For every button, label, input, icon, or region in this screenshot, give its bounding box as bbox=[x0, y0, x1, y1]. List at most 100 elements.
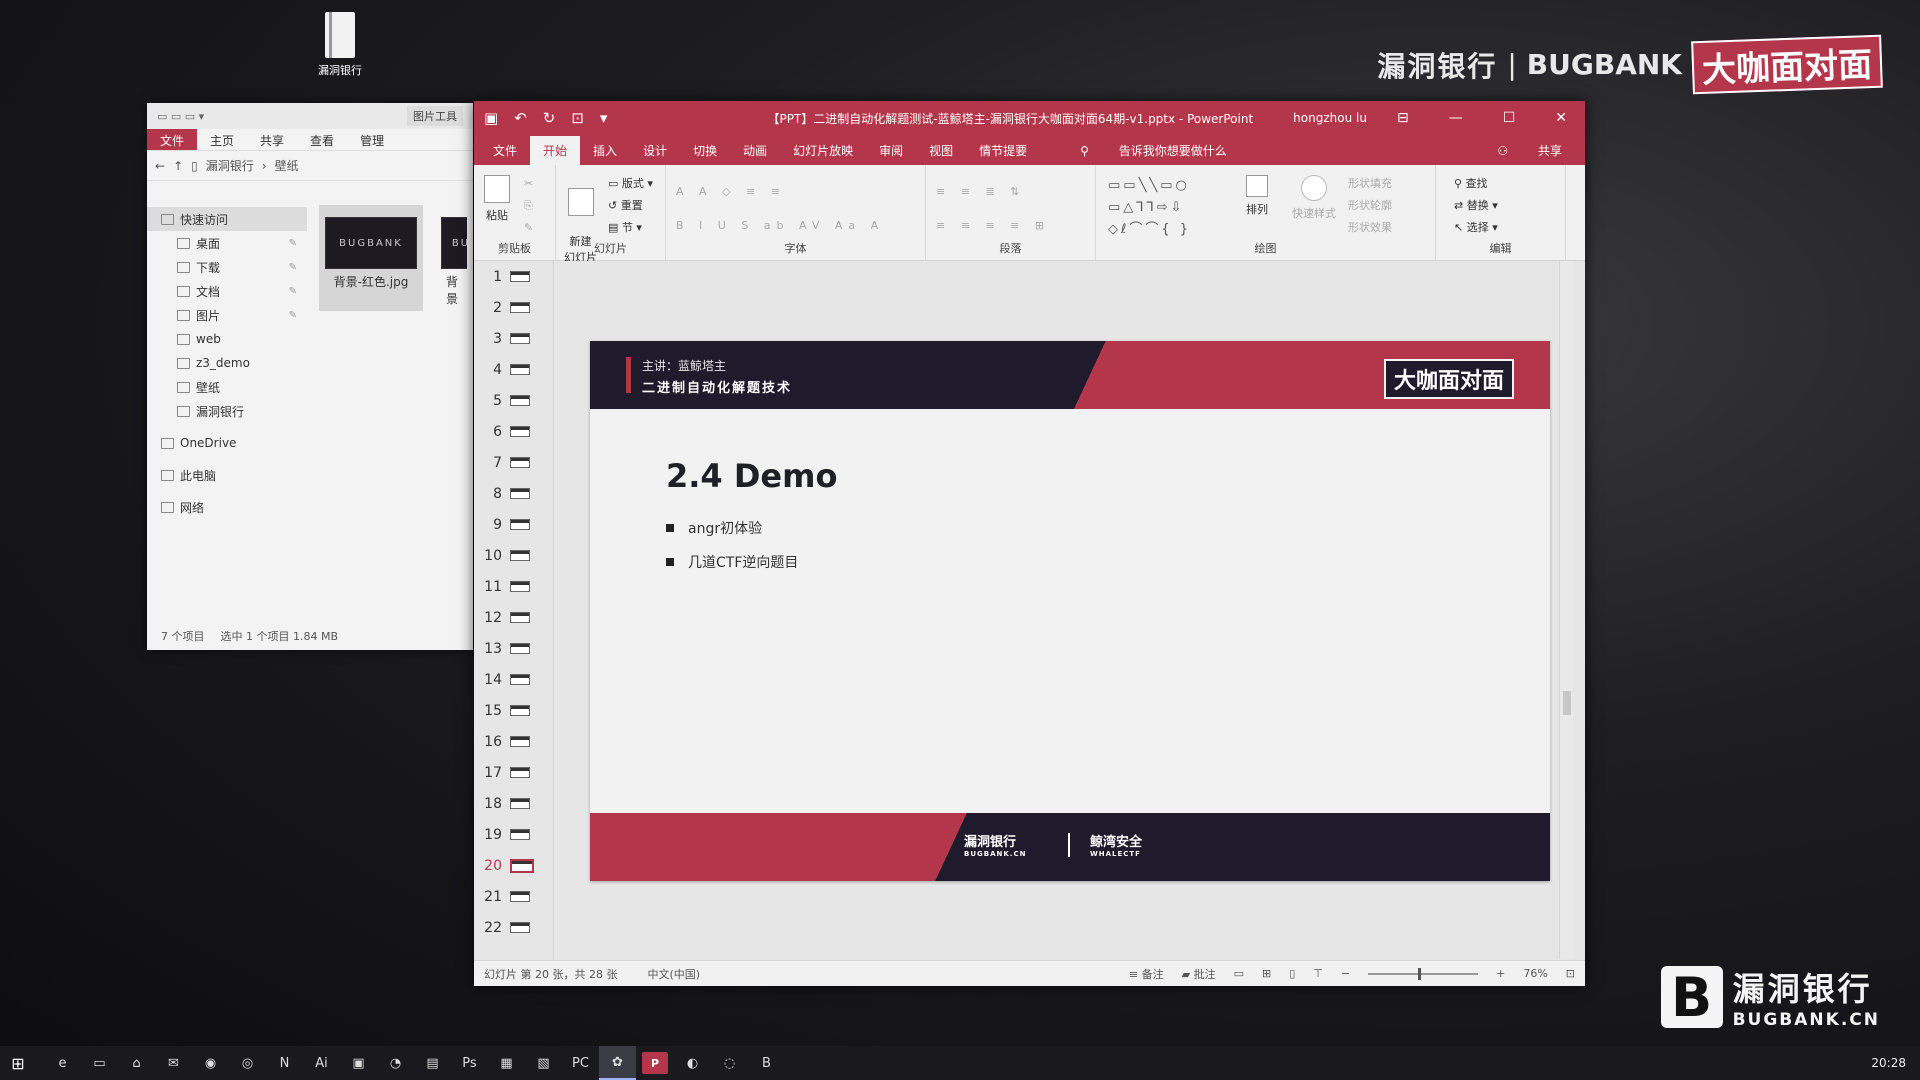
taskbar-app-icon[interactable]: ▤ bbox=[414, 1046, 451, 1080]
nav-downloads[interactable]: 下载 ✎ bbox=[147, 255, 307, 279]
tab-home[interactable]: 开始 bbox=[530, 136, 581, 165]
file-item[interactable]: BUGBANK 背景-红色.jpg bbox=[319, 205, 423, 311]
tell-me-search[interactable]: ⚲ 告诉我你想要做什么 bbox=[1054, 136, 1253, 165]
nav-network[interactable]: 网络 bbox=[147, 495, 307, 519]
taskbar-app-icon[interactable]: Ps bbox=[451, 1046, 488, 1080]
taskbar-app-icon[interactable]: ◐ bbox=[674, 1046, 711, 1080]
paste-button[interactable]: 粘贴 bbox=[484, 175, 510, 223]
breadcrumb-folder[interactable]: 漏洞银行 bbox=[206, 157, 254, 174]
current-slide[interactable]: 主讲：蓝鲸塔主 二进制自动化解题技术 大咖面对面 2.4 Demo angr初体… bbox=[590, 341, 1550, 881]
explorer-tab-view[interactable]: 查看 bbox=[297, 129, 347, 150]
minimize-icon[interactable]: — bbox=[1449, 110, 1463, 126]
zoom-out-icon[interactable]: − bbox=[1341, 967, 1350, 980]
tab-storyboarding[interactable]: 情节提要 bbox=[966, 136, 1040, 165]
slide-thumbnail[interactable]: 6 bbox=[474, 416, 553, 447]
reading-view-icon[interactable]: ▯ bbox=[1289, 967, 1295, 980]
nav-bugbank[interactable]: 漏洞银行 bbox=[147, 399, 307, 423]
font-controls[interactable]: A A ◇ ≡ ≡ B I U S ab AV Aa A bbox=[676, 175, 915, 243]
slide-thumbnail[interactable]: 19 bbox=[474, 819, 553, 850]
nav-documents[interactable]: 文档 ✎ bbox=[147, 279, 307, 303]
slide-thumbnail[interactable]: 3 bbox=[474, 323, 553, 354]
taskbar-app-icon[interactable]: P bbox=[642, 1052, 668, 1074]
present-icon[interactable]: ⊡ bbox=[571, 109, 584, 127]
slide-thumbnail[interactable]: 20 bbox=[474, 850, 553, 881]
nav-onedrive[interactable]: OneDrive bbox=[147, 431, 307, 455]
comments-button[interactable]: ▰ 批注 bbox=[1182, 966, 1216, 982]
slide-thumbnail[interactable]: 2 bbox=[474, 292, 553, 323]
address-bar[interactable]: ← ↑ ▯ 漏洞银行 › 壁纸 bbox=[147, 151, 473, 181]
slide-thumbnail[interactable]: 8 bbox=[474, 478, 553, 509]
taskbar-app-icon[interactable]: e bbox=[44, 1046, 81, 1080]
zoom-slider[interactable] bbox=[1368, 967, 1479, 980]
close-icon[interactable]: ✕ bbox=[1555, 110, 1567, 126]
taskbar-app-icon[interactable]: ✉ bbox=[155, 1046, 192, 1080]
slide-thumbnail[interactable]: 16 bbox=[474, 726, 553, 757]
vertical-scrollbar[interactable] bbox=[1559, 261, 1573, 959]
maximize-icon[interactable]: ☐ bbox=[1503, 110, 1516, 126]
shape-fill-button[interactable]: 形状填充 bbox=[1348, 173, 1392, 195]
tab-transitions[interactable]: 切换 bbox=[680, 136, 730, 165]
taskbar-app-icon[interactable]: N bbox=[266, 1046, 303, 1080]
share-button[interactable]: ⚇ 共享 bbox=[1471, 136, 1585, 165]
paragraph-controls[interactable]: ≡ ≡ ≣ ⇅ ≡ ≡ ≡ ≡ ⊞ bbox=[936, 175, 1085, 243]
quick-access-toolbar-icon[interactable]: ▭ ▭ ▭ ▾ bbox=[157, 110, 204, 123]
up-arrow-icon[interactable]: ↑ bbox=[173, 159, 183, 173]
replace-button[interactable]: ⇄ 替换 ▾ bbox=[1454, 195, 1498, 217]
section-button[interactable]: ▤ 节 ▾ bbox=[608, 217, 653, 239]
shapes-gallery[interactable]: ▭▭╲╲▭○ ▭△⅂⅂⇨⇩ ◇ℓ⌒⌒{ } bbox=[1108, 175, 1238, 241]
slide-thumbnail[interactable]: 14 bbox=[474, 664, 553, 695]
slide-thumbnail[interactable]: 21 bbox=[474, 881, 553, 912]
taskbar-app-icon[interactable]: ▧ bbox=[525, 1046, 562, 1080]
notes-button[interactable]: ≡ 备注 bbox=[1129, 966, 1164, 982]
desktop-icon-bugbank[interactable]: 漏洞银行 bbox=[305, 12, 375, 78]
nav-z3-demo[interactable]: z3_demo bbox=[147, 351, 307, 375]
language-indicator[interactable]: 中文(中国) bbox=[647, 966, 700, 982]
slide-thumbnail[interactable]: 18 bbox=[474, 788, 553, 819]
file-item[interactable]: BU 背景 bbox=[437, 205, 467, 311]
nav-quick-access[interactable]: 快速访问 bbox=[147, 207, 307, 231]
slide-thumbnail[interactable]: 10 bbox=[474, 540, 553, 571]
taskbar-app-icon[interactable]: PC bbox=[562, 1046, 599, 1080]
taskbar-app-icon[interactable]: Ai bbox=[303, 1046, 340, 1080]
slide-thumbnail[interactable]: 9 bbox=[474, 509, 553, 540]
shape-outline-button[interactable]: 形状轮廓 bbox=[1348, 195, 1392, 217]
taskbar-app-icon[interactable]: ⌂ bbox=[118, 1046, 155, 1080]
nav-this-pc[interactable]: 此电脑 bbox=[147, 463, 307, 487]
zoom-level[interactable]: 76% bbox=[1523, 967, 1547, 980]
arrange-button[interactable]: 排列 bbox=[1246, 175, 1268, 217]
slide-thumbnail[interactable]: 1 bbox=[474, 261, 553, 292]
system-clock[interactable]: 20:28 bbox=[1871, 1056, 1920, 1070]
taskbar-app-icon[interactable]: ▣ bbox=[340, 1046, 377, 1080]
undo-icon[interactable]: ↶ bbox=[514, 109, 527, 127]
slide-thumbnail[interactable]: 17 bbox=[474, 757, 553, 788]
slide-thumbnail[interactable]: 15 bbox=[474, 695, 553, 726]
reset-button[interactable]: ↺ 重置 bbox=[608, 195, 653, 217]
taskbar-app-icon[interactable]: ◎ bbox=[229, 1046, 266, 1080]
taskbar-app-icon[interactable]: ▦ bbox=[488, 1046, 525, 1080]
zoom-in-icon[interactable]: + bbox=[1496, 967, 1505, 980]
nav-wallpaper[interactable]: 壁纸 bbox=[147, 375, 307, 399]
explorer-tab-share[interactable]: 共享 bbox=[247, 129, 297, 150]
slide-thumbnail[interactable]: 22 bbox=[474, 912, 553, 943]
tab-review[interactable]: 审阅 bbox=[866, 136, 916, 165]
nav-desktop[interactable]: 桌面 ✎ bbox=[147, 231, 307, 255]
select-button[interactable]: ↖ 选择 ▾ bbox=[1454, 217, 1498, 239]
save-icon[interactable]: ▣ bbox=[484, 109, 498, 127]
shape-effects-button[interactable]: 形状效果 bbox=[1348, 217, 1392, 239]
slide-thumbnail[interactable]: 5 bbox=[474, 385, 553, 416]
tab-file[interactable]: 文件 bbox=[480, 136, 530, 165]
slide-thumbnail[interactable]: 4 bbox=[474, 354, 553, 385]
user-name[interactable]: hongzhou lu bbox=[1293, 111, 1367, 125]
back-arrow-icon[interactable]: ← bbox=[155, 159, 165, 173]
explorer-tab-file[interactable]: 文件 bbox=[147, 129, 198, 150]
customize-toolbar-icon[interactable]: ▾ bbox=[600, 109, 608, 127]
tab-insert[interactable]: 插入 bbox=[580, 136, 630, 165]
tab-view[interactable]: 视图 bbox=[916, 136, 966, 165]
slide-bullets[interactable]: angr初体验 几道CTF逆向题目 bbox=[666, 511, 798, 579]
taskbar-app-icon[interactable]: ◉ bbox=[192, 1046, 229, 1080]
windows-start-icon[interactable]: ⊞ bbox=[0, 1046, 36, 1080]
slide-thumbnail[interactable]: 11 bbox=[474, 571, 553, 602]
slideshow-icon[interactable]: ⊤ bbox=[1313, 967, 1323, 980]
nav-pictures[interactable]: 图片 ✎ bbox=[147, 303, 307, 327]
ribbon-display-icon[interactable]: ⊟ bbox=[1397, 110, 1409, 126]
